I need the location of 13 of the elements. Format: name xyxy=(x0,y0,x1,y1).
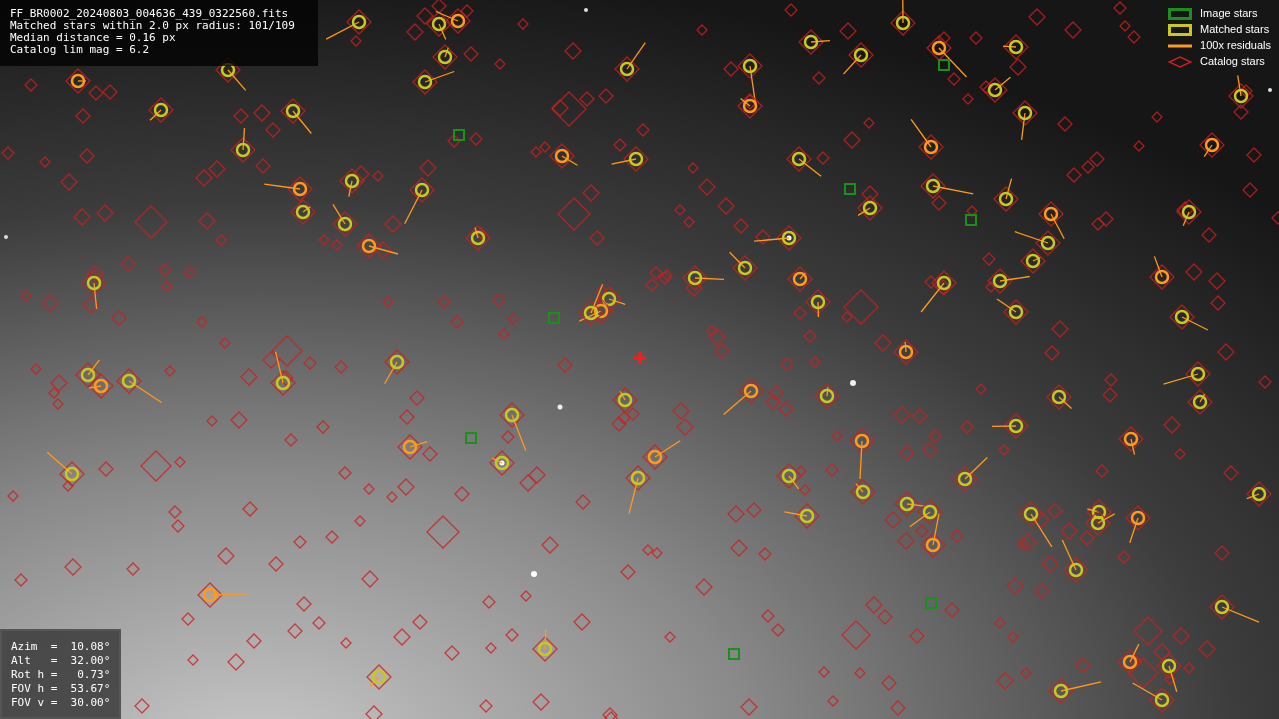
pointing-text: Rot h = 0.73° xyxy=(11,668,110,682)
info-text: Catalog lim mag = 6.2 xyxy=(10,44,151,56)
info-text: Matched stars within 2.0 px radius: 101/109 xyxy=(10,20,296,32)
legend-label: Image stars xyxy=(1200,7,1258,20)
info-text: FF_BR0002_20240803_004636_439_0322560.fits xyxy=(10,8,290,20)
pointing-text: Alt = 32.00° xyxy=(11,654,110,668)
info-text: Median distance = 0.16 px xyxy=(10,32,177,44)
legend-label: Catalog stars xyxy=(1200,55,1265,68)
pointing-text: Azim = 10.08° xyxy=(11,640,110,654)
legend-label: 100x residuals xyxy=(1200,39,1271,52)
pointing-text: FOV v = 30.00° xyxy=(11,696,110,710)
pointing-text: FOV h = 53.67° xyxy=(11,682,110,696)
legend-label: Matched stars xyxy=(1200,23,1270,36)
